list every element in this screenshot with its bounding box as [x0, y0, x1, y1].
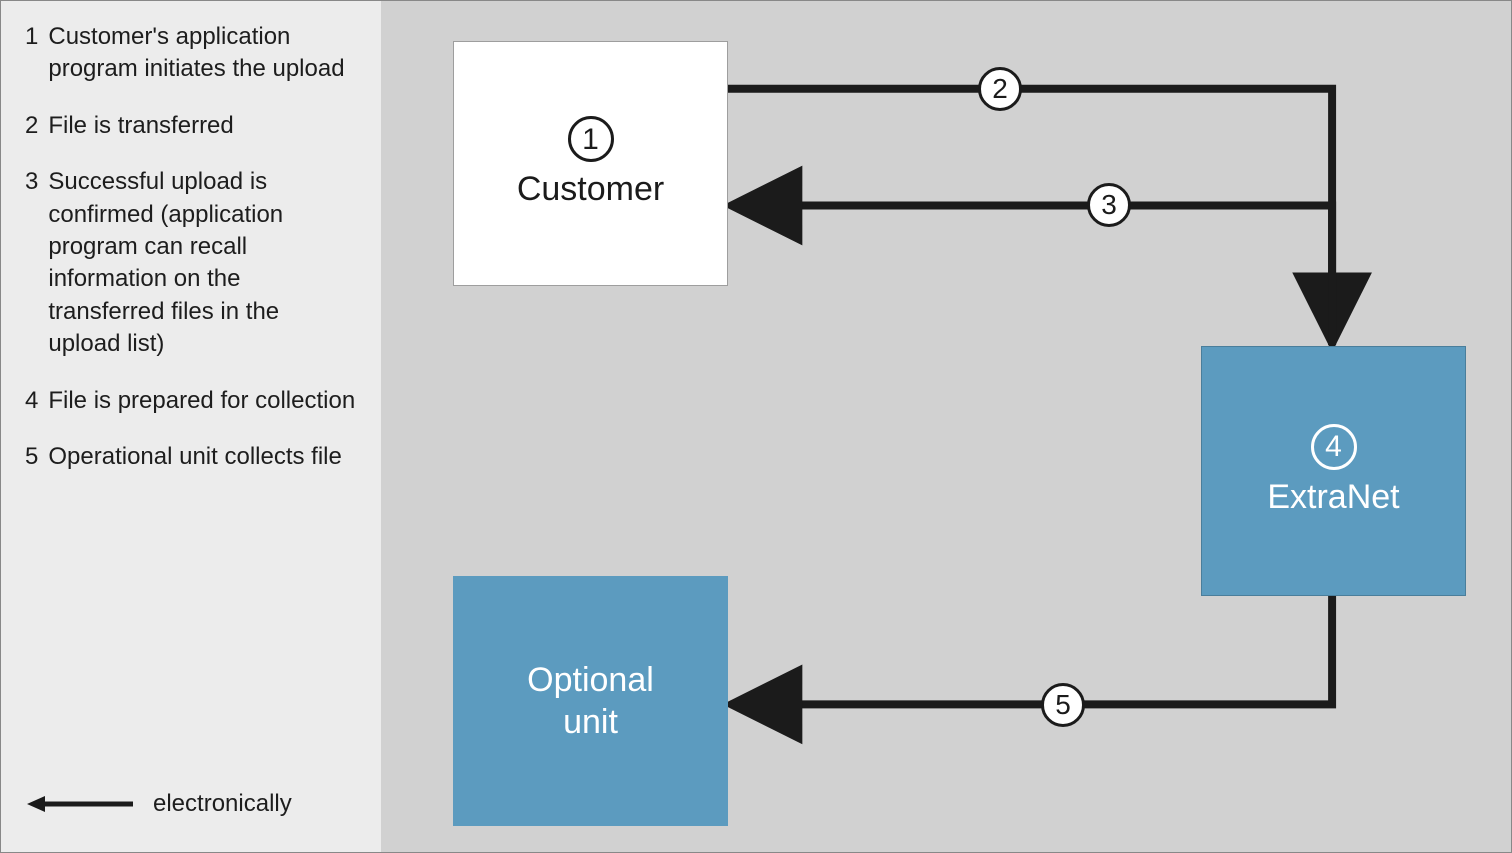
- path-badge-2: 2: [978, 67, 1022, 111]
- legend-item-4: 4 File is prepared for collection: [25, 385, 357, 417]
- node-extranet-label: ExtraNet: [1267, 476, 1399, 519]
- legend-item-1: 1 Customer's application program initiat…: [25, 21, 357, 86]
- legend-text: Successful upload is confirmed (applicat…: [48, 166, 357, 360]
- legend-text: File is transferred: [48, 110, 357, 142]
- legend-number: 5: [25, 441, 38, 473]
- path-badge-3: 3: [1087, 183, 1131, 227]
- legend-text: File is prepared for collection: [48, 385, 357, 417]
- legend-list: 1 Customer's application program initiat…: [25, 21, 357, 497]
- legend-item-3: 3 Successful upload is confirmed (applic…: [25, 166, 357, 360]
- arrow-left-icon: [25, 790, 135, 818]
- legend-arrow-key: electronically: [25, 788, 357, 820]
- legend-number: 3: [25, 166, 38, 360]
- node-customer: 1 Customer: [453, 41, 728, 286]
- node-optional-label-1: Optional: [527, 659, 654, 702]
- legend-sidebar: 1 Customer's application program initiat…: [1, 1, 381, 852]
- node-extranet: 4 ExtraNet: [1201, 346, 1466, 596]
- legend-number: 4: [25, 385, 38, 417]
- legend-item-2: 2 File is transferred: [25, 110, 357, 142]
- path-badge-5: 5: [1041, 683, 1085, 727]
- node-extranet-number: 4: [1311, 424, 1357, 470]
- legend-number: 2: [25, 110, 38, 142]
- diagram-canvas: 1 Customer 4 ExtraNet Optional unit 2 3 …: [381, 1, 1511, 852]
- legend-text: Operational unit collects file: [48, 441, 357, 473]
- node-optional-label-2: unit: [563, 701, 618, 744]
- legend-number: 1: [25, 21, 38, 86]
- legend-item-5: 5 Operational unit collects file: [25, 441, 357, 473]
- diagram-container: 1 Customer's application program initiat…: [0, 0, 1512, 853]
- legend-arrow-label: electronically: [153, 788, 292, 820]
- node-optional-unit: Optional unit: [453, 576, 728, 826]
- node-customer-label: Customer: [517, 168, 664, 211]
- node-customer-number: 1: [568, 116, 614, 162]
- legend-text: Customer's application program initiates…: [48, 21, 357, 86]
